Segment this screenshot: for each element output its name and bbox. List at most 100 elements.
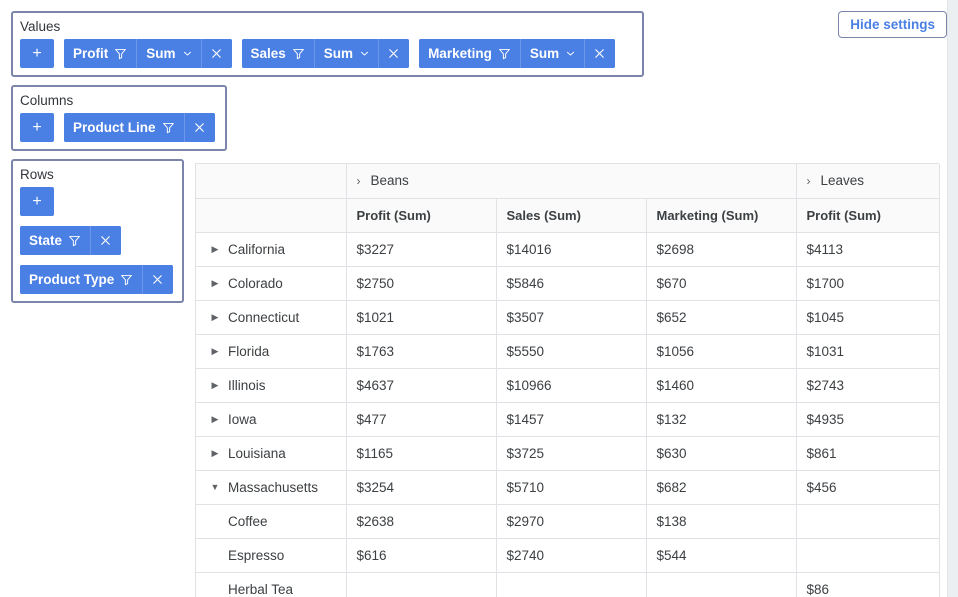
row-chip-product-type[interactable]: Product Type <box>20 265 174 294</box>
pivot-cell: $5550 <box>496 334 647 369</box>
pivot-cell: $14016 <box>496 232 647 267</box>
caret-right-icon[interactable]: ▶ <box>206 312 224 323</box>
pivot-row-label: Espresso <box>228 547 285 563</box>
caret-right-icon[interactable]: ▶ <box>206 380 224 391</box>
pivot-row-header[interactable]: ▶ California <box>196 232 347 267</box>
column-chip-product-line-remove[interactable] <box>183 113 215 142</box>
pivot-measure-header-3[interactable]: Profit (Sum) <box>796 198 940 233</box>
value-chip-marketing-remove[interactable] <box>584 39 616 68</box>
funnel-icon[interactable] <box>498 47 511 60</box>
pivot-cell: $1460 <box>646 368 797 403</box>
pivot-cell: $2698 <box>646 232 797 267</box>
pivot-row-header[interactable]: ▼ Massachusetts <box>196 470 347 505</box>
value-chip-profit-agg[interactable]: Sum <box>136 39 201 68</box>
close-icon[interactable] <box>193 121 206 134</box>
pivot-column-group-beans[interactable]: › Beans <box>346 164 797 199</box>
add-column-button[interactable]: + <box>20 113 54 142</box>
pivot-cell: $456 <box>796 470 940 505</box>
pivot-cell: $4935 <box>796 402 940 437</box>
column-chip-product-line[interactable]: Product Line <box>64 113 215 142</box>
value-chip-sales-agg[interactable]: Sum <box>313 39 379 68</box>
pivot-row-header[interactable]: ▶ Connecticut <box>196 300 347 335</box>
value-chip-marketing-label: Marketing <box>428 46 492 61</box>
chevron-down-icon[interactable] <box>359 48 370 59</box>
pivot-row-header[interactable]: Espresso <box>196 538 347 573</box>
value-chip-profit-field[interactable]: Profit <box>64 39 137 68</box>
chevron-right-icon[interactable]: › <box>807 175 811 187</box>
value-chip-sales-field[interactable]: Sales <box>241 39 314 68</box>
pivot-cell: $1045 <box>796 300 940 335</box>
close-icon[interactable] <box>99 234 112 247</box>
row-chip-product-type-field[interactable]: Product Type <box>20 265 143 294</box>
row-chip-product-type-label: Product Type <box>29 272 115 287</box>
row-chip-state-remove[interactable] <box>90 226 122 255</box>
pivot-builder-app: Hide settings Values + Profit Sum Sales … <box>0 0 958 597</box>
pivot-corner-cell <box>196 164 347 199</box>
funnel-icon[interactable] <box>162 121 175 134</box>
row-chip-product-type-remove[interactable] <box>142 265 174 294</box>
pivot-cell: $477 <box>346 402 497 437</box>
pivot-table-body: ▶ California $3227 $14016 $2698 $4113 ▶ Colorad… <box>196 232 940 597</box>
column-chip-product-line-field[interactable]: Product Line <box>64 113 184 142</box>
pivot-row-header[interactable]: ▶ Louisiana <box>196 436 347 471</box>
funnel-icon[interactable] <box>68 234 81 247</box>
pivot-column-group-leaves-label: Leaves <box>820 173 865 189</box>
value-chip-marketing[interactable]: Marketing Sum <box>419 39 616 68</box>
caret-right-icon[interactable]: ▶ <box>206 244 224 255</box>
close-icon[interactable] <box>210 47 223 60</box>
close-icon[interactable] <box>593 47 606 60</box>
pivot-cell: $616 <box>346 538 497 573</box>
value-chip-marketing-agg[interactable]: Sum <box>519 39 585 68</box>
pivot-cell: $1031 <box>796 334 940 369</box>
funnel-icon[interactable] <box>114 47 127 60</box>
value-chip-profit[interactable]: Profit Sum <box>64 39 232 68</box>
pivot-cell: $10966 <box>496 368 647 403</box>
pivot-table: › Beans › Leaves Profit (Sum) Sales (Sum… <box>196 164 940 597</box>
pivot-cell: $3725 <box>496 436 647 471</box>
add-value-button[interactable]: + <box>20 39 54 68</box>
chevron-down-icon[interactable] <box>565 48 576 59</box>
values-shelf-chips: + Profit Sum Sales Sum Marketing Sum <box>20 39 635 68</box>
value-chip-marketing-field[interactable]: Marketing <box>419 39 520 68</box>
pivot-row-header[interactable]: ▶ Iowa <box>196 402 347 437</box>
pivot-row-header[interactable]: ▶ Florida <box>196 334 347 369</box>
pivot-row-header[interactable]: Coffee <box>196 504 347 539</box>
funnel-icon[interactable] <box>120 273 133 286</box>
pivot-cell: $682 <box>646 470 797 505</box>
caret-right-icon[interactable]: ▶ <box>206 448 224 459</box>
pivot-row-header[interactable]: ▶ Illinois <box>196 368 347 403</box>
value-chip-profit-remove[interactable] <box>200 39 232 68</box>
funnel-icon[interactable] <box>292 47 305 60</box>
pivot-measure-header-0[interactable]: Profit (Sum) <box>346 198 497 233</box>
chevron-right-icon[interactable]: › <box>357 175 361 187</box>
pivot-row-header[interactable]: ▶ Colorado <box>196 266 347 301</box>
columns-shelf-chips: + Product Line <box>20 113 218 142</box>
hide-settings-button[interactable]: Hide settings <box>838 11 947 38</box>
pivot-measure-header-2[interactable]: Marketing (Sum) <box>646 198 797 233</box>
pivot-cell: $1457 <box>496 402 647 437</box>
caret-right-icon[interactable]: ▶ <box>206 346 224 357</box>
chevron-down-icon[interactable] <box>182 48 193 59</box>
values-shelf-title: Values <box>20 19 61 34</box>
pivot-cell: $2970 <box>496 504 647 539</box>
table-row: ▶ Florida $1763 $5550 $1056 $1031 <box>196 334 940 369</box>
caret-down-icon[interactable]: ▼ <box>206 482 224 492</box>
value-chip-sales[interactable]: Sales Sum <box>241 39 410 68</box>
add-row-button[interactable]: + <box>20 187 54 216</box>
pivot-row-label: Coffee <box>228 513 268 529</box>
row-chip-state-field[interactable]: State <box>20 226 91 255</box>
value-chip-marketing-agg-label: Sum <box>529 46 560 61</box>
pivot-cell: $1700 <box>796 266 940 301</box>
close-icon[interactable] <box>151 273 164 286</box>
row-chip-state[interactable]: State <box>20 226 122 255</box>
pivot-row-header[interactable]: Herbal Tea <box>196 572 347 597</box>
value-chip-sales-remove[interactable] <box>378 39 410 68</box>
value-chip-profit-label: Profit <box>73 46 109 61</box>
pivot-measure-header-1[interactable]: Sales (Sum) <box>496 198 647 233</box>
caret-right-icon[interactable]: ▶ <box>206 414 224 425</box>
pivot-column-group-leaves[interactable]: › Leaves <box>796 164 940 199</box>
table-row: ▶ Louisiana $1165 $3725 $630 $861 <box>196 436 940 471</box>
caret-right-icon[interactable]: ▶ <box>206 278 224 289</box>
values-shelf: Values + Profit Sum Sales Sum Marketing … <box>11 11 644 77</box>
close-icon[interactable] <box>387 47 400 60</box>
